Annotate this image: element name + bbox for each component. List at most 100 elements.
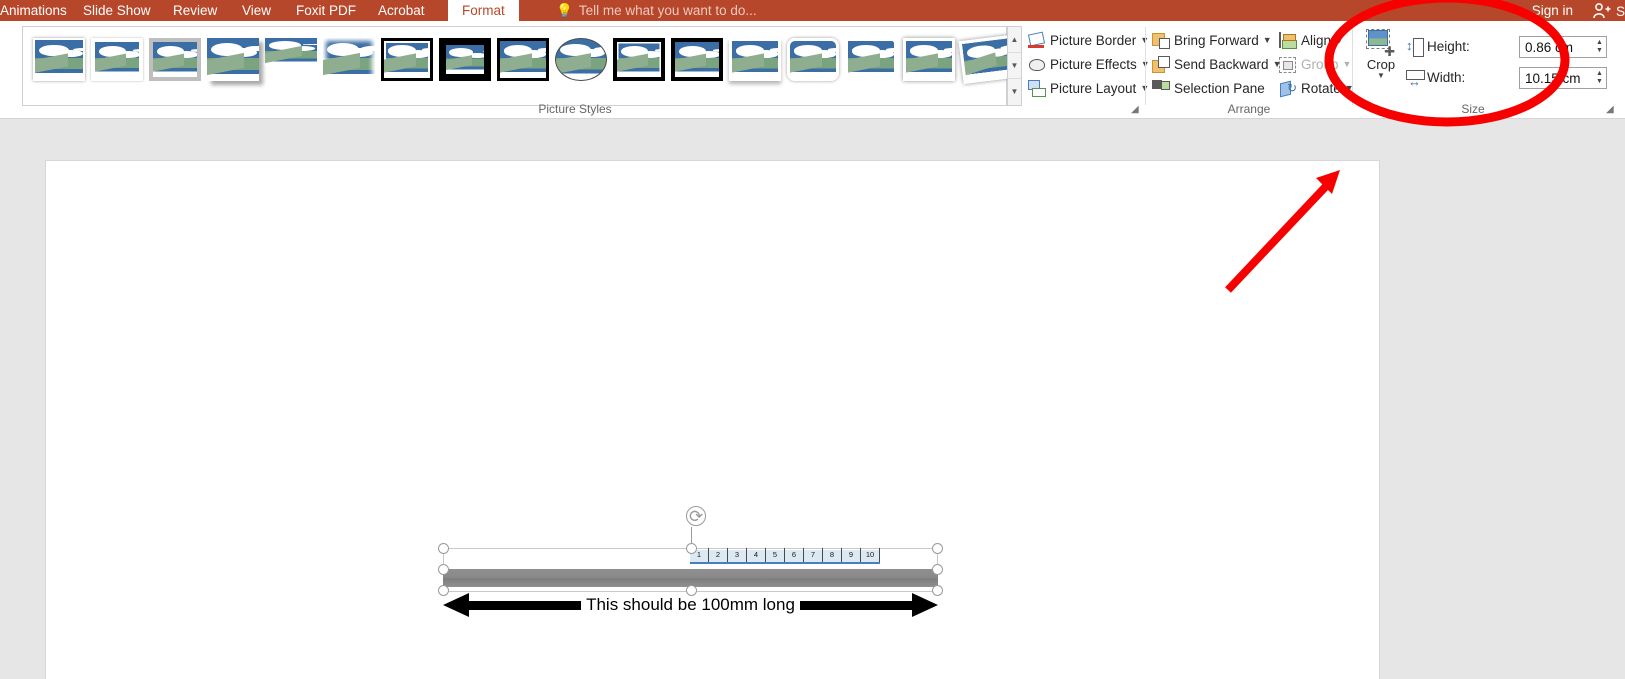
tab-format[interactable]: Format: [448, 0, 519, 21]
ruler-tick: 3: [728, 548, 747, 562]
picture-style-thumb-15[interactable]: [845, 38, 897, 81]
size-dialog-launcher[interactable]: ◢: [1606, 104, 1618, 116]
picture-style-thumb-13[interactable]: [729, 38, 781, 81]
width-spin-arrows[interactable]: ▲ ▼: [1593, 68, 1606, 88]
width-stepper[interactable]: ▲▼: [1519, 67, 1607, 89]
ruler-tick: 5: [766, 548, 785, 562]
tab-slide-show[interactable]: Slide Show: [83, 0, 151, 21]
width-input[interactable]: [1520, 68, 1593, 88]
chevron-down-icon: ▼: [1342, 59, 1352, 69]
picture-style-thumb-9[interactable]: [497, 38, 549, 81]
picture-style-thumb-11[interactable]: [613, 38, 665, 81]
picture-style-thumb-16[interactable]: [903, 38, 955, 81]
bring-forward-button[interactable]: Bring Forward ▼: [1152, 29, 1272, 52]
group-icon: [1279, 56, 1296, 73]
ruler-tick: 2: [709, 548, 728, 562]
width-icon: [1406, 69, 1425, 89]
person-add-icon[interactable]: S: [1592, 0, 1625, 21]
picture-layout-label: Picture Layout: [1050, 81, 1137, 96]
resize-handle-bottom-left[interactable]: [438, 585, 449, 596]
spin-up-icon[interactable]: ▲: [1596, 70, 1603, 78]
selection-pane-label: Selection Pane: [1174, 81, 1265, 96]
spin-up-icon[interactable]: ▲: [1596, 39, 1603, 47]
picture-style-thumb-3[interactable]: [149, 38, 201, 81]
selection-pane-icon: [1152, 80, 1170, 97]
tab-review[interactable]: Review: [173, 0, 217, 21]
ruler-tick: 10: [861, 548, 880, 562]
arrange-group-label: Arrange: [1227, 102, 1271, 116]
picture-style-thumb-17[interactable]: [958, 34, 1016, 85]
ribbon-tab-bar: Animations Slide Show Review View Foxit …: [0, 0, 1625, 21]
picture-style-thumb-6[interactable]: [323, 38, 375, 81]
height-spin-arrows[interactable]: ▲ ▼: [1593, 37, 1606, 57]
height-field-row: Height: ▲▼: [1406, 35, 1616, 59]
chevron-down-icon: ▼: [1335, 35, 1344, 45]
resize-handle-middle-left[interactable]: [438, 564, 449, 575]
picture-style-thumb-10[interactable]: [555, 38, 607, 81]
send-backward-button[interactable]: Send Backward ▼: [1152, 53, 1281, 76]
picture-styles-dialog-launcher[interactable]: ◢: [1131, 104, 1143, 116]
picture-layout-button[interactable]: Picture Layout▼: [1028, 77, 1149, 100]
picture-style-thumb-1[interactable]: [33, 38, 85, 81]
group-size: ✚ Crop ▼ Height: ▲▼ Width: ▲▼: [1353, 21, 1625, 119]
tab-animations[interactable]: Animations: [0, 0, 67, 21]
picture-style-thumb-7[interactable]: [381, 38, 433, 81]
picture-style-thumb-4[interactable]: [207, 38, 259, 81]
width-label: Width:: [1427, 70, 1466, 85]
resize-handle-top-right[interactable]: [932, 543, 943, 554]
crop-icon: ✚: [1366, 29, 1396, 58]
picture-style-thumb-12[interactable]: [671, 38, 723, 81]
resize-handle-middle-right[interactable]: [932, 564, 943, 575]
rotate-icon: [1279, 77, 1297, 100]
chevron-down-icon: ▼: [1262, 35, 1272, 45]
selection-pane-button[interactable]: Selection Pane: [1152, 77, 1265, 100]
tab-view[interactable]: View: [242, 0, 271, 21]
picture-styles-group-label: Picture Styles: [538, 102, 612, 116]
align-button[interactable]: Align ▼: [1279, 29, 1344, 52]
picture-border-icon: [1028, 32, 1045, 49]
chevron-down-icon: ▼: [1377, 71, 1385, 80]
picture-border-label: Picture Border: [1050, 33, 1137, 48]
height-stepper[interactable]: ▲▼: [1519, 36, 1607, 58]
account-label: S: [1615, 4, 1625, 19]
rotate-handle-icon[interactable]: ⟳: [686, 506, 708, 528]
height-input[interactable]: [1520, 37, 1593, 57]
picture-style-thumb-8[interactable]: [439, 38, 491, 81]
scroll-up-icon[interactable]: ▲: [1008, 27, 1021, 53]
tab-acrobat[interactable]: Acrobat: [378, 0, 425, 21]
height-icon: [1406, 37, 1424, 57]
picture-border-button[interactable]: Picture Border▼: [1028, 29, 1149, 52]
resize-handle-top-left[interactable]: [438, 543, 449, 554]
picture-style-thumb-5[interactable]: [265, 38, 317, 81]
rotate-button[interactable]: Rotate▼: [1279, 77, 1354, 100]
gallery-scrollbar[interactable]: ▲ ▼ ▼: [1007, 26, 1022, 106]
resize-handle-bottom-right[interactable]: [932, 585, 943, 596]
tell-me-label: Tell me what you want to do...: [578, 3, 757, 18]
tab-foxit-pdf[interactable]: Foxit PDF: [296, 0, 356, 21]
crop-button[interactable]: ✚ Crop ▼: [1360, 27, 1402, 89]
ruler-tick: 9: [842, 548, 861, 562]
picture-styles-gallery[interactable]: [22, 26, 1016, 106]
resize-handle-bottom-center[interactable]: [686, 585, 697, 596]
picture-effects-button[interactable]: Picture Effects▼: [1028, 53, 1150, 76]
ruler-tick: 7: [804, 548, 823, 562]
ribbon: ▲ ▼ ▼ Picture Border▼ Picture Effects▼ P…: [0, 21, 1625, 119]
bring-forward-label: Bring Forward: [1174, 33, 1259, 48]
scroll-down-icon[interactable]: ▼: [1008, 53, 1021, 79]
send-backward-label: Send Backward: [1174, 57, 1269, 72]
picture-style-thumb-2[interactable]: [91, 38, 143, 81]
group-button[interactable]: Group ▼: [1279, 53, 1351, 76]
tell-me-box[interactable]: 💡 Tell me what you want to do...: [556, 0, 757, 21]
more-styles-icon[interactable]: ▼: [1008, 79, 1021, 105]
ruler-tick: 6: [785, 548, 804, 562]
picture-style-thumb-14[interactable]: [787, 38, 839, 81]
resize-handle-top-center[interactable]: [686, 543, 697, 554]
spin-down-icon[interactable]: ▼: [1596, 78, 1603, 86]
sign-in-button[interactable]: Sign in: [1532, 0, 1573, 21]
spin-down-icon[interactable]: ▼: [1596, 47, 1603, 55]
height-label: Height:: [1427, 39, 1470, 54]
ruler-tick: 4: [747, 548, 766, 562]
group-picture-styles: ▲ ▼ ▼ Picture Border▼ Picture Effects▼ P…: [0, 21, 1150, 119]
lightbulb-icon: 💡: [556, 3, 573, 18]
group-label: Group: [1301, 57, 1339, 72]
